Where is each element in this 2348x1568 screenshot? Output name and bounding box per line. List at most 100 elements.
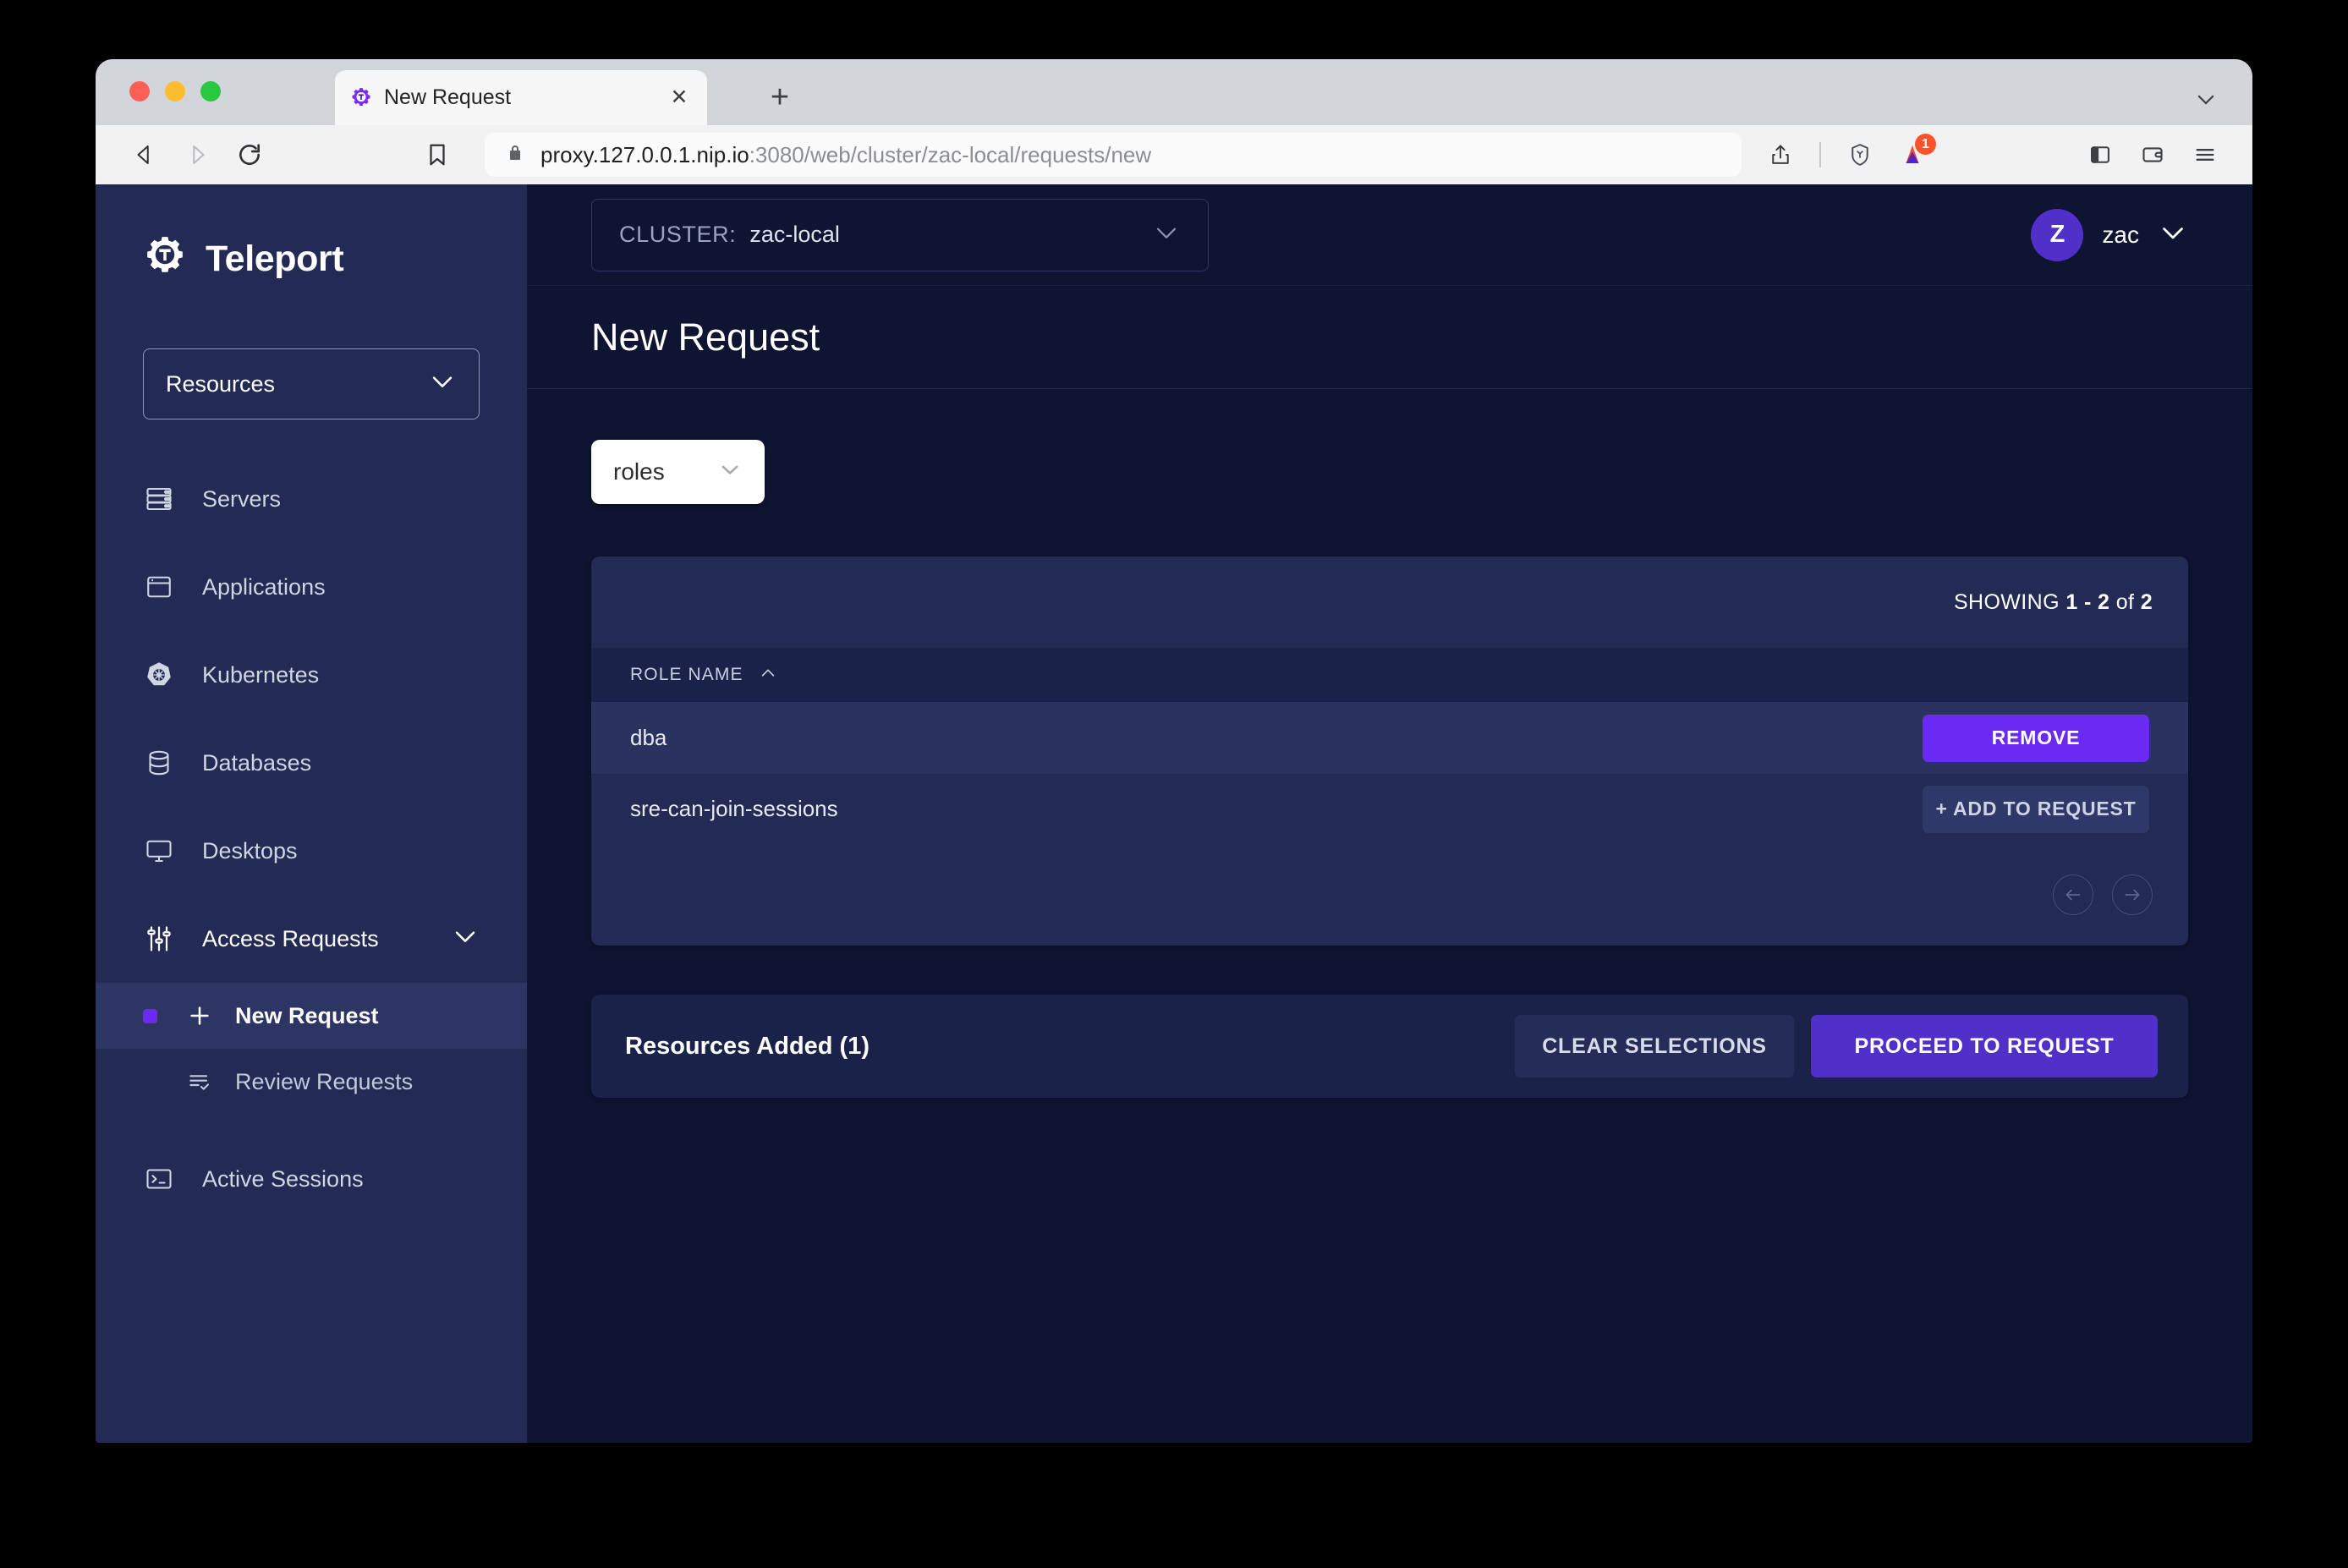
resources-dropdown[interactable]: Resources (143, 348, 480, 419)
lock-icon (505, 143, 525, 167)
cluster-topbar: CLUSTER: zac-local Z zac (527, 184, 2252, 286)
forward-arrow-icon (173, 134, 221, 176)
avatar: Z (2031, 208, 2084, 261)
active-indicator (143, 1008, 157, 1023)
column-header-role-name[interactable]: ROLE NAME (630, 665, 743, 685)
reload-icon[interactable] (226, 134, 273, 176)
minimize-window-button[interactable] (165, 81, 185, 101)
sidebar-item-access-requests[interactable]: Access Requests (96, 895, 527, 983)
cluster-label: CLUSTER: (619, 222, 737, 247)
chevron-down-icon (717, 457, 743, 488)
address-bar[interactable]: proxy.127.0.0.1.nip.io:3080/web/cluster/… (485, 133, 1742, 177)
user-name: zac (2102, 221, 2139, 248)
teleport-app: Teleport Resources Servers Applications … (96, 184, 2252, 1443)
toolbar-actions: 1 (1747, 134, 2227, 176)
url-path: :3080/web/cluster/zac-local/requests/new (749, 141, 1152, 167)
sidebar: Teleport Resources Servers Applications … (96, 184, 527, 1443)
page-header: New Request (527, 286, 2252, 389)
window-traffic-lights (129, 81, 221, 101)
arrow-left-circle-icon[interactable] (2053, 874, 2093, 915)
resource-kind-value: roles (613, 458, 665, 485)
chevron-down-icon (428, 367, 457, 402)
close-icon[interactable]: ✕ (667, 85, 692, 111)
sidebar-item-kubernetes[interactable]: Kubernetes (96, 631, 527, 719)
sidebar-item-label: New Request (235, 1002, 379, 1028)
table-header-row: ROLE NAME (591, 648, 2188, 702)
request-builder: roles SHOWING 1 - 2 of 2 ROLE NAME dba R… (527, 389, 2252, 1098)
browser-tab[interactable]: New Request ✕ (335, 70, 707, 125)
bookmark-icon[interactable] (414, 134, 461, 176)
sidebar-item-label: Kubernetes (202, 661, 320, 688)
sidebar-item-databases[interactable]: Databases (96, 719, 527, 807)
tab-title: New Request (384, 85, 512, 109)
sidebar-item-label: Active Sessions (202, 1165, 364, 1192)
back-arrow-icon[interactable] (121, 134, 168, 176)
chevron-down-icon[interactable] (451, 922, 480, 957)
sidebar-item-label: Databases (202, 749, 312, 776)
sidebar-item-servers[interactable]: Servers (96, 455, 527, 543)
terminal-icon (143, 1163, 175, 1195)
table-row[interactable]: dba REMOVE (591, 702, 2188, 773)
sliders-icon (143, 923, 175, 955)
role-name: sre-can-join-sessions (630, 796, 838, 821)
sidebar-item-label: Access Requests (202, 925, 379, 951)
cluster-value: zac-local (749, 222, 840, 247)
user-menu[interactable]: Z zac (2031, 208, 2188, 261)
maximize-window-button[interactable] (200, 81, 221, 101)
chevron-down-icon (1152, 218, 1181, 251)
sidebar-item-label: Review Requests (235, 1068, 414, 1094)
arrow-right-circle-icon[interactable] (2112, 874, 2153, 915)
showing-count: SHOWING 1 - 2 of 2 (1953, 589, 2153, 614)
clear-selections-button[interactable]: CLEAR SELECTIONS (1515, 1015, 1794, 1077)
sidebar-item-label: Desktops (202, 837, 298, 863)
sidebar-item-review-requests[interactable]: Review Requests (96, 1049, 527, 1115)
server-icon (143, 483, 175, 515)
brave-rewards-triangle-icon[interactable]: 1 (1890, 134, 1936, 176)
rewards-badge: 1 (1915, 134, 1936, 155)
teleport-gear-icon (350, 87, 372, 109)
add-to-request-button[interactable]: + ADD TO REQUEST (1923, 785, 2149, 833)
proceed-to-request-button[interactable]: PROCEED TO REQUEST (1811, 1015, 2158, 1077)
sidebar-item-applications[interactable]: Applications (96, 543, 527, 631)
close-window-button[interactable] (129, 81, 150, 101)
toolbar-divider (1819, 142, 1821, 167)
role-name: dba (630, 725, 667, 750)
database-icon (143, 747, 175, 779)
page-title: New Request (591, 315, 820, 359)
sidebar-nav: Servers Applications Kubernetes Database… (96, 455, 527, 1223)
plus-icon[interactable]: + (762, 79, 798, 115)
sidebar-item-label: Servers (202, 485, 282, 512)
brave-lion-icon[interactable] (1838, 134, 1882, 176)
sidebar-item-new-request[interactable]: New Request (96, 983, 527, 1049)
application-window-icon (143, 571, 175, 603)
main-content: CLUSTER: zac-local Z zac New Request rol… (527, 184, 2252, 1443)
resource-kind-select[interactable]: roles (591, 440, 765, 504)
wallet-icon[interactable] (2131, 134, 2175, 176)
cluster-dropdown[interactable]: CLUSTER: zac-local (591, 198, 1209, 271)
list-check-icon (184, 1066, 215, 1097)
browser-tab-strip: New Request ✕ + (96, 59, 2252, 125)
table-row[interactable]: sre-can-join-sessions + ADD TO REQUEST (591, 773, 2188, 844)
desktop-monitor-icon (143, 835, 175, 867)
brand-logo[interactable]: Teleport (96, 218, 527, 299)
sidebar-panel-icon[interactable] (2078, 134, 2122, 176)
brand-name: Teleport (206, 238, 344, 279)
remove-button[interactable]: REMOVE (1923, 714, 2149, 762)
hamburger-menu-icon[interactable] (2183, 134, 2227, 176)
sidebar-item-label: Applications (202, 573, 326, 600)
url-text: proxy.127.0.0.1.nip.io:3080/web/cluster/… (540, 142, 1151, 168)
plus-icon (184, 1001, 215, 1031)
active-indicator (143, 1075, 157, 1089)
chevron-down-icon[interactable] (2193, 86, 2219, 112)
table-pagination (591, 844, 2188, 946)
kubernetes-helm-icon (143, 659, 175, 691)
sidebar-item-active-sessions[interactable]: Active Sessions (96, 1135, 527, 1223)
table-toolbar: SHOWING 1 - 2 of 2 (591, 556, 2188, 648)
share-icon[interactable] (1758, 134, 1802, 176)
chevron-up-icon[interactable] (759, 664, 777, 687)
resources-dropdown-label: Resources (166, 370, 276, 397)
resources-added-label: Resources Added (1) (625, 1032, 870, 1060)
sidebar-item-desktops[interactable]: Desktops (96, 807, 527, 895)
chevron-down-icon (2158, 217, 2188, 252)
url-host: proxy.127.0.0.1.nip.io (540, 141, 749, 167)
